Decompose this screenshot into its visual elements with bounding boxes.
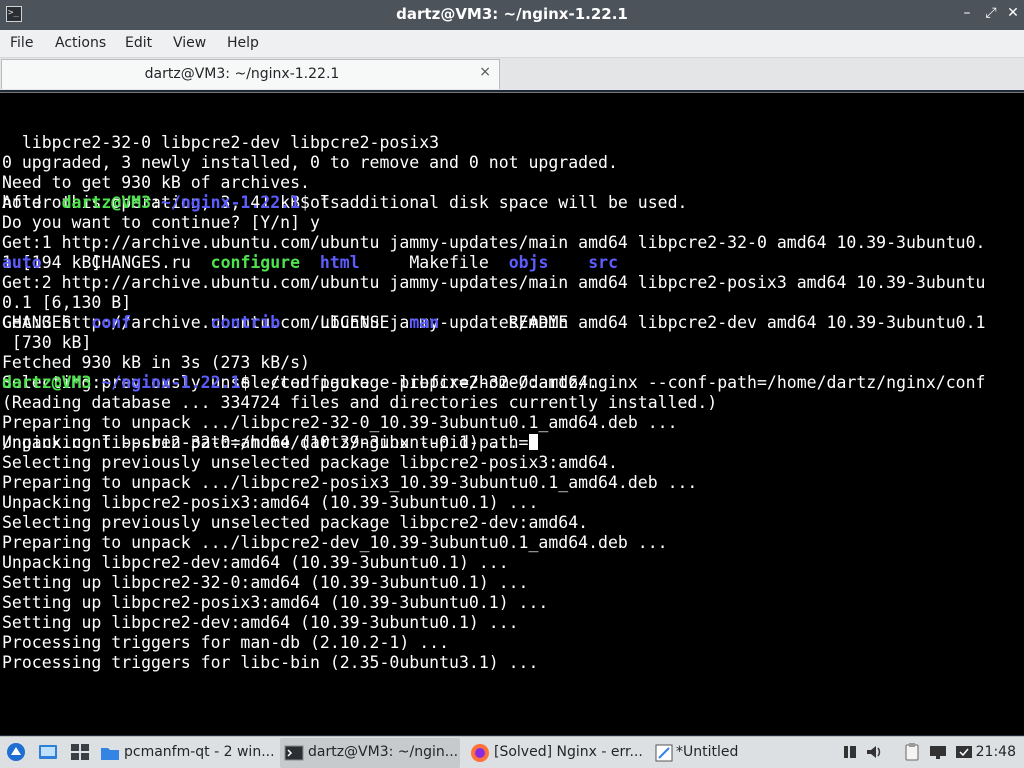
window-title: dartz@VM3: ~/nginx-1.22.1 xyxy=(396,5,628,23)
terminal-line: Unpacking libpcre2-dev:amd64 (10.39-3ubu… xyxy=(2,553,509,572)
tab-bar: dartz@VM3: ~/nginx-1.22.1 × xyxy=(0,58,1024,90)
ls-entry: contrib xyxy=(210,313,281,332)
clipboard-icon[interactable] xyxy=(902,742,922,762)
terminal-line: Preparing to unpack .../libpcre2-dev_10.… xyxy=(2,533,668,552)
ls-entry: auto xyxy=(2,253,42,272)
ls-entry: README xyxy=(508,313,569,332)
terminal-line: Do you want to continue? [Y/n] y xyxy=(2,213,320,232)
ls-entry: src xyxy=(588,253,619,272)
terminal-line: Setting up libpcre2-posix3:amd64 (10.39-… xyxy=(2,593,549,612)
terminal-line: Need to get 930 kB of archives. xyxy=(2,173,310,192)
taskbar-item-label: *Untitled xyxy=(676,744,739,760)
text-cursor xyxy=(528,434,538,450)
menu-edit[interactable]: Edit xyxy=(125,35,152,51)
terminal-line: Unpacking libpcre2-posix3:amd64 (10.39-3… xyxy=(2,493,539,512)
terminal-tab[interactable]: dartz@VM3: ~/nginx-1.22.1 × xyxy=(1,59,500,89)
firefox-icon xyxy=(470,743,490,763)
prompt-command: ./configure --prefix=/home/dartz/nginx -… xyxy=(260,373,986,392)
terminal-icon xyxy=(284,743,304,763)
taskbar-item-label: pcmanfm-qt - 2 win... xyxy=(124,744,274,760)
start-menu-icon[interactable] xyxy=(6,742,26,762)
terminal-line: Get:2 http://archive.ubuntu.com/ubuntu j… xyxy=(2,273,986,292)
prompt-path: ~/nginx-1.22.1 xyxy=(160,193,301,212)
ls-entry: conf xyxy=(91,313,132,332)
ls-entry: html xyxy=(319,253,360,272)
menu-bar: File Actions Edit View Help xyxy=(0,30,1024,58)
terminal-line: Preparing to unpack .../libpcre2-posix3_… xyxy=(2,473,698,492)
window-titlebar[interactable]: >_ dartz@VM3: ~/nginx-1.22.1 – ⤢ ✕ xyxy=(0,0,1024,30)
menu-help[interactable]: Help xyxy=(227,35,259,51)
ls-entry: CHANGES.ru xyxy=(91,253,191,272)
prompt-path: ~/nginx-1.22.1 xyxy=(101,373,241,392)
terminal-line: (Reading database ... 334724 files and d… xyxy=(2,393,718,412)
menu-actions[interactable]: Actions xyxy=(55,35,106,51)
taskbar-item-firefox[interactable]: [Solved] Nginx - err... xyxy=(466,738,646,768)
update-icon[interactable] xyxy=(954,742,974,762)
terminal-line: 0.1 [6,130 B] xyxy=(2,293,132,312)
terminal-line: Processing triggers for man-db (2.10.2-1… xyxy=(2,633,450,652)
command-continuation: /nginx.conf --sbin-path=/home/dartz/ngin… xyxy=(2,433,985,453)
menu-view[interactable]: View xyxy=(173,35,206,51)
terminal-line: Fetched 930 kB in 3s (273 kB/s) xyxy=(2,353,310,372)
clock[interactable]: 21:48 xyxy=(976,744,1016,760)
tab-label: dartz@VM3: ~/nginx-1.22.1 xyxy=(144,66,340,82)
prompt-user-host: dartz@VM3 xyxy=(61,193,152,212)
terminal-line: Preparing to unpack .../libpcre2-32-0_10… xyxy=(2,413,678,432)
menu-file[interactable]: File xyxy=(10,35,33,51)
restore-button[interactable]: ⤢ xyxy=(982,5,1000,25)
ls-entry: objs xyxy=(508,253,549,272)
taskbar-item-terminal[interactable]: dartz@VM3: ~/ngin... xyxy=(280,738,460,768)
terminal-line: Get:1 http://archive.ubuntu.com/ubuntu j… xyxy=(2,233,986,252)
terminal-line: Selecting previously unselected package … xyxy=(2,513,589,532)
ls-output-row: auto CHANGES.ru configure html Makefile … xyxy=(2,253,985,273)
taskbar-item-label: [Solved] Nginx - err... xyxy=(494,744,643,760)
text-editor-icon xyxy=(654,743,674,763)
ls-entry: LICENSE xyxy=(319,313,390,332)
battery-icon[interactable] xyxy=(840,742,860,762)
output-lines: libpcre2-32-0 libpcre2-dev libpcre2-posi… xyxy=(2,133,985,672)
show-desktop-icon[interactable] xyxy=(38,742,58,762)
terminal-line: Selecting previously unselected package … xyxy=(2,453,618,472)
taskbar-item-file-manager[interactable]: pcmanfm-qt - 2 win... xyxy=(96,738,276,768)
prompt-line-configure: dartz@VM3:~/nginx-1.22.1$ ./configure --… xyxy=(2,373,986,392)
taskbar: pcmanfm-qt - 2 win... dartz@VM3: ~/ngin.… xyxy=(0,736,1024,768)
network-icon[interactable] xyxy=(928,742,948,762)
terminal-line: [730 kB] xyxy=(2,333,92,352)
ls-entry: man xyxy=(409,313,440,332)
terminal-line: 0 upgraded, 3 newly installed, 0 to remo… xyxy=(2,153,618,172)
taskbar-item-label: dartz@VM3: ~/ngin... xyxy=(308,744,458,760)
prompt-user-host: dartz@VM3 xyxy=(2,373,92,392)
terminal-line: Processing triggers for libc-bin (2.35-0… xyxy=(2,653,539,672)
terminal-output: libpcre2-32-0 libpcre2-dev libpcre2-posi… xyxy=(2,93,986,672)
terminal-line: libpcre2-32-0 libpcre2-dev libpcre2-posi… xyxy=(2,133,440,152)
ls-entry: configure xyxy=(210,253,301,272)
terminal-view[interactable]: libpcre2-32-0 libpcre2-dev libpcre2-posi… xyxy=(0,92,1024,735)
ls-entry: CHANGES xyxy=(2,313,72,332)
volume-icon[interactable] xyxy=(864,742,884,762)
tab-close-icon[interactable]: × xyxy=(479,64,491,80)
terminal-line: Setting up libpcre2-dev:amd64 (10.39-3ub… xyxy=(2,613,519,632)
window-switcher-icon[interactable] xyxy=(70,742,90,762)
taskbar-item-text-editor[interactable]: *Untitled xyxy=(652,738,832,768)
terminal-line: Setting up libpcre2-32-0:amd64 (10.39-3u… xyxy=(2,573,529,592)
close-button[interactable]: ✕ xyxy=(1004,5,1022,25)
prompt-command: ls xyxy=(319,193,340,212)
ls-entry: Makefile xyxy=(409,253,489,272)
folder-icon xyxy=(100,743,120,763)
minimize-button[interactable]: – xyxy=(958,5,976,25)
